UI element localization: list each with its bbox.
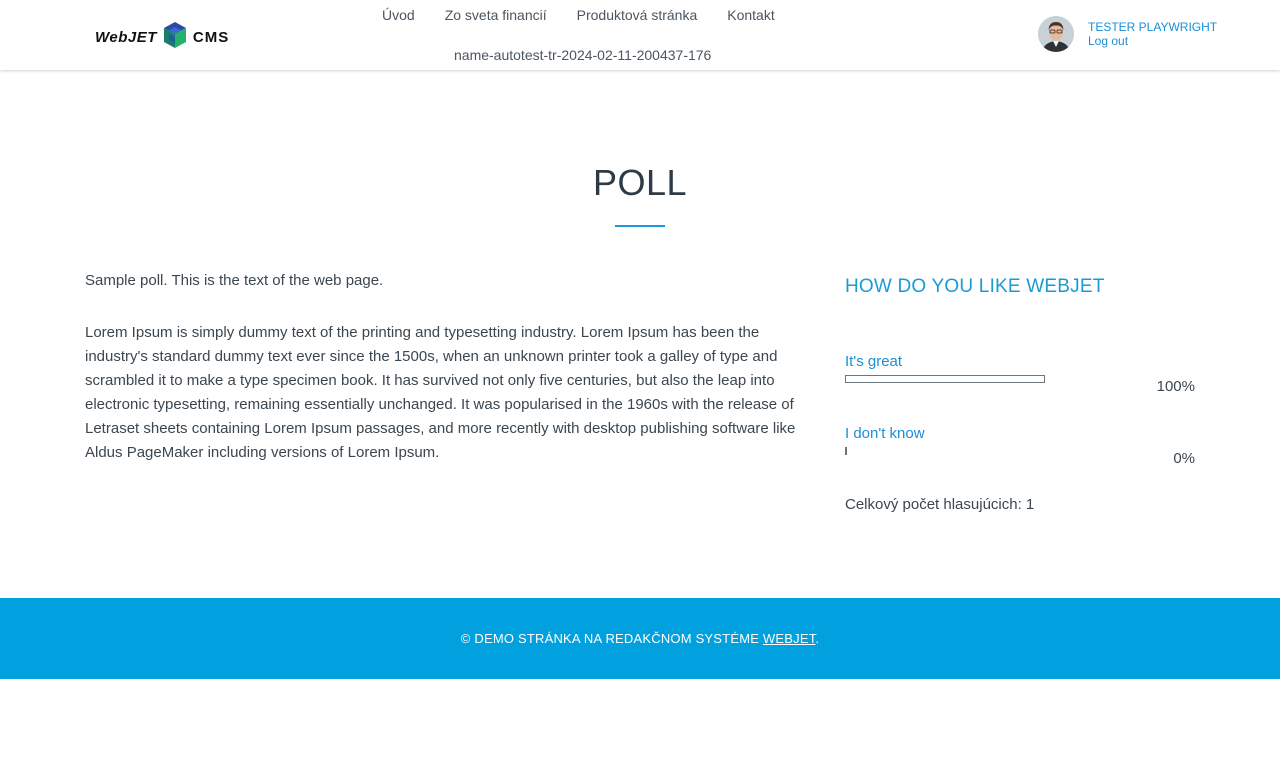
intro-text: Sample poll. This is the text of the web… xyxy=(85,272,384,289)
footer-tail: . xyxy=(815,631,820,646)
footer-text: © DEMO STRÁNKA NA REDAKČNOM SYSTÉME xyxy=(460,631,763,646)
site-footer: © DEMO STRÁNKA NA REDAKČNOM SYSTÉME WEBJ… xyxy=(0,598,1280,679)
site-header: WebJET CMS Úvod Zo sveta financií Produk… xyxy=(0,0,1280,70)
poll-answer-label[interactable]: It's great xyxy=(845,352,1195,372)
poll-result-bar xyxy=(845,447,1045,455)
user-name[interactable]: TESTER PLAYWRIGHT xyxy=(1088,20,1217,34)
nav-item-uvod[interactable]: Úvod xyxy=(367,7,430,23)
logo-cube-icon xyxy=(163,21,187,54)
page-title: POLL xyxy=(592,162,688,203)
poll-percent: 100% xyxy=(1156,378,1195,395)
poll-answer-label[interactable]: I don't know xyxy=(845,424,1195,444)
nav-item-kontakt[interactable]: Kontakt xyxy=(712,7,789,23)
nav-item-zo-sveta-financii[interactable]: Zo sveta financií xyxy=(430,7,562,23)
main-nav: Úvod Zo sveta financií Produktová stránk… xyxy=(367,7,790,23)
footer-copyright: © DEMO STRÁNKA NA REDAKČNOM SYSTÉME WEBJ… xyxy=(461,631,819,646)
poll-question: HOW DO YOU LIKE WEBJET xyxy=(845,276,1105,297)
avatar[interactable] xyxy=(1038,16,1074,52)
logo-cms-text: CMS xyxy=(192,28,230,46)
logo-wordmark: WebJET xyxy=(95,28,157,46)
user-panel: TESTER PLAYWRIGHT Log out xyxy=(1038,16,1217,52)
poll-total-voters: Celkový počet hlasujúcich: 1 xyxy=(845,496,1035,513)
title-underline xyxy=(615,225,665,227)
logout-link[interactable]: Log out xyxy=(1088,34,1217,48)
poll-answer-2: I don't know 0% xyxy=(845,424,1195,467)
poll-bar-fill xyxy=(845,447,847,455)
poll-result-bar xyxy=(845,375,1045,383)
poll-answer-1: It's great 100% xyxy=(845,352,1195,395)
webjet-logo[interactable]: WebJET CMS xyxy=(95,21,230,54)
nav-item-produktova-stranka[interactable]: Produktová stránka xyxy=(562,7,713,23)
footer-webjet-link[interactable]: WEBJET xyxy=(763,631,815,646)
poll-bar-fill xyxy=(845,375,1045,383)
nav-item-autotest-page[interactable]: name-autotest-tr-2024-02-11-200437-176 xyxy=(454,47,711,63)
poll-percent: 0% xyxy=(1173,450,1195,467)
body-text: Lorem Ipsum is simply dummy text of the … xyxy=(85,324,796,461)
